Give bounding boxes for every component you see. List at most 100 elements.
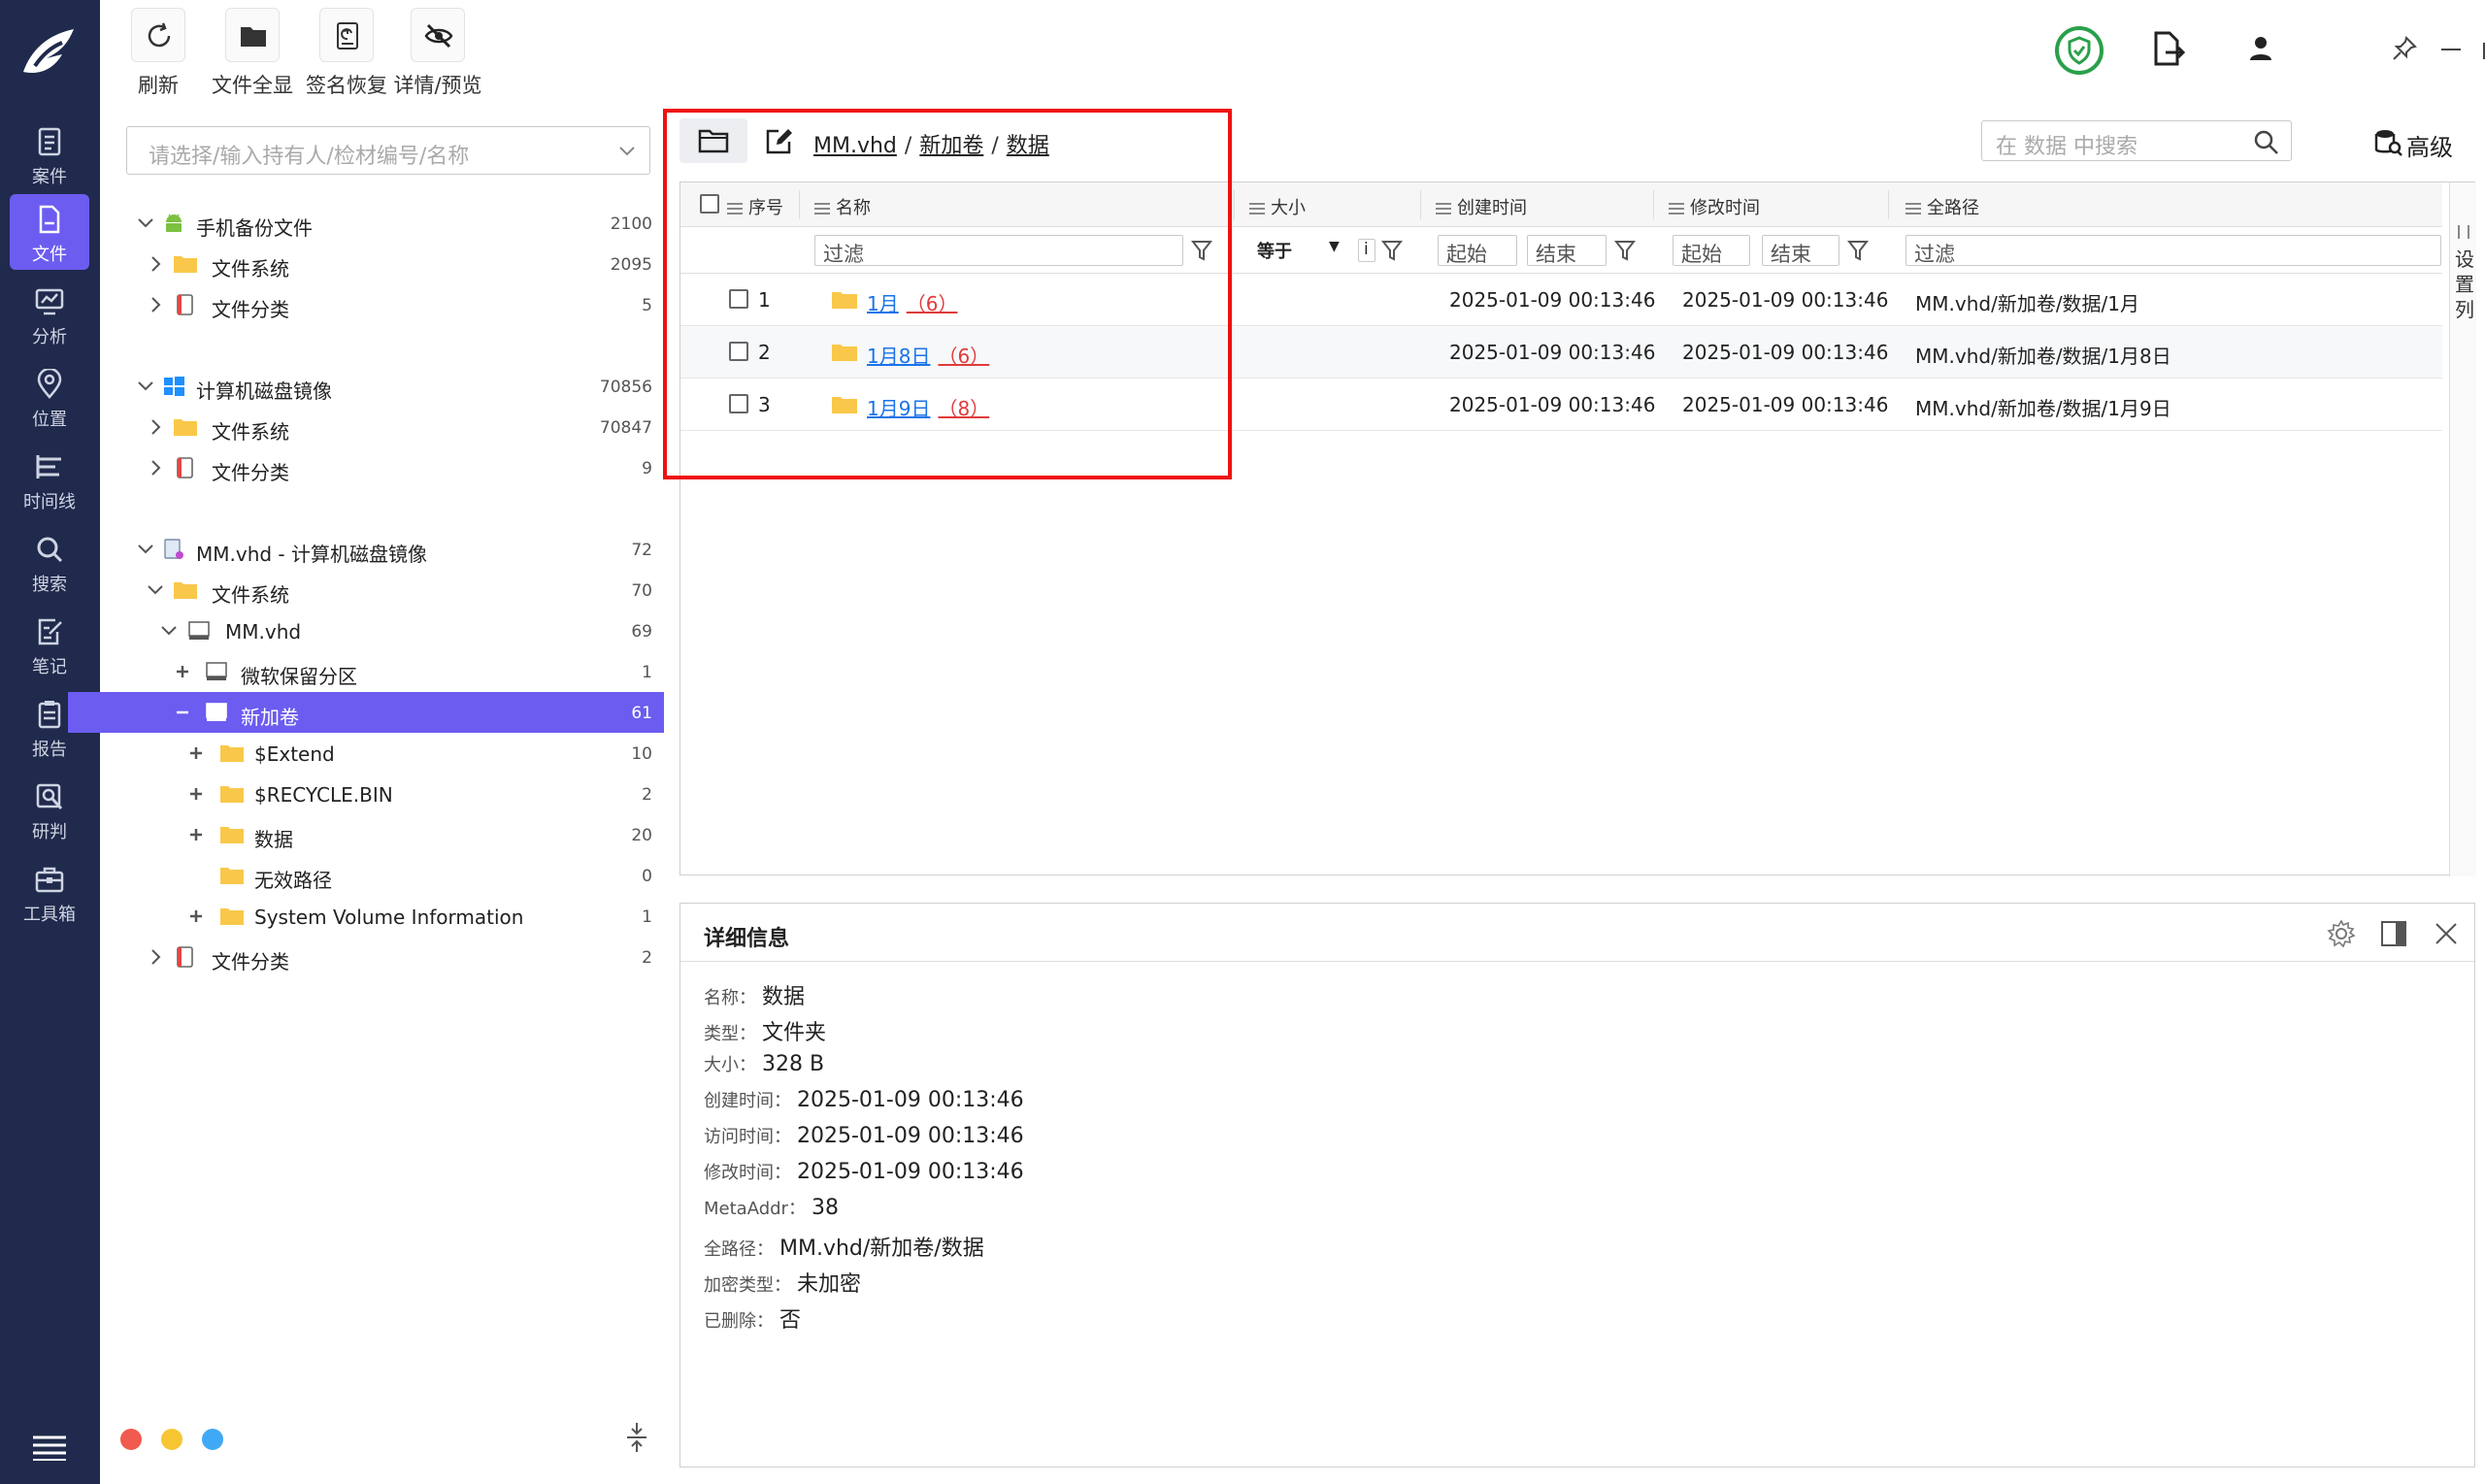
column-header-modified[interactable]: 修改时间 [1669, 194, 1760, 219]
tree-node-count: 72 [631, 541, 652, 560]
chevron-right-icon[interactable] [144, 456, 167, 479]
chevron-down-icon[interactable] [157, 619, 181, 643]
minimize-icon[interactable] [2437, 35, 2465, 62]
expand-plus-icon[interactable] [184, 742, 208, 765]
signature-recover-label: 签名恢复 [306, 74, 387, 97]
chevron-down-icon[interactable] [134, 538, 157, 561]
nav-item-file[interactable]: 文件 [10, 194, 89, 270]
property-value: 2025-01-09 00:13:46 [797, 1160, 1024, 1184]
chevron-right-icon[interactable] [144, 415, 167, 439]
tree-node[interactable]: $Extend 10 [111, 733, 664, 774]
chevron-right-icon[interactable] [144, 293, 167, 316]
user-icon[interactable] [2247, 35, 2274, 62]
refresh-button[interactable]: 刷新 [119, 8, 197, 101]
expand-plus-icon[interactable] [184, 782, 208, 806]
nav-item-note[interactable]: 笔记 [10, 607, 89, 682]
expand-plus-icon[interactable] [171, 660, 194, 683]
tree-node[interactable]: 文件分类 5 [111, 284, 664, 325]
nav-item-analysis[interactable]: 分析 [10, 277, 89, 352]
case-select-dropdown[interactable]: 请选择/输入持有人/检材编号/名称 [126, 126, 650, 175]
tree-node-count: 2 [642, 785, 652, 805]
set-columns-button[interactable]: 设 置 列 [2449, 182, 2476, 876]
set-columns-label: 置 [2455, 273, 2474, 296]
tree-node[interactable]: $RECYCLE.BIN 2 [111, 774, 664, 814]
tree-node[interactable]: System Volume Information 1 [111, 896, 664, 937]
size-operator-select[interactable]: 等于 ▼ [1249, 235, 1344, 266]
tree-node[interactable]: 文件系统 70847 [111, 407, 664, 447]
folder-search-input[interactable]: 在 数据 中搜索 [1981, 120, 2292, 161]
filter-funnel-icon[interactable] [1614, 239, 1636, 262]
tree-node-label: 文件分类 [212, 461, 289, 484]
file-icon [39, 205, 60, 234]
expand-plus-icon[interactable] [184, 905, 208, 928]
advanced-label: 高级 [2406, 134, 2453, 161]
nav-item-judgement[interactable]: 研判 [10, 772, 89, 847]
nav-item-case[interactable]: 案件 [10, 116, 89, 192]
property-key: 访问时间： [704, 1127, 791, 1147]
nav-item-timeline[interactable]: 时间线 [10, 442, 89, 517]
tree-node[interactable]: 文件系统 70 [111, 570, 664, 610]
size-info-button[interactable]: i [1358, 239, 1375, 262]
collapse-all-icon[interactable] [623, 1421, 650, 1454]
security-shield-icon[interactable] [2054, 25, 2104, 76]
toolbox-icon [35, 867, 64, 893]
hamburger-menu-icon[interactable] [31, 1433, 68, 1462]
filter-funnel-icon[interactable] [1847, 239, 1869, 262]
column-label: 大小 [1271, 198, 1306, 218]
chevron-right-icon[interactable] [144, 945, 167, 969]
property-value: 328 B [762, 1052, 825, 1076]
tree-node[interactable]: 新加卷 61 [68, 692, 664, 733]
chevron-down-icon[interactable] [134, 212, 157, 235]
close-icon[interactable] [2432, 919, 2461, 948]
expand-plus-icon[interactable] [184, 823, 208, 846]
tree-node[interactable]: 文件系统 2095 [111, 244, 664, 284]
created-start-input[interactable]: 起始 [1438, 235, 1517, 266]
filter-funnel-icon[interactable] [1381, 239, 1403, 262]
row-created: 2025-01-09 00:13:46 [1449, 288, 1656, 312]
tree-node-count: 0 [642, 867, 652, 886]
split-panel-icon[interactable] [2379, 919, 2408, 948]
tree-node[interactable]: 数据 20 [111, 814, 664, 855]
created-end-input[interactable]: 结束 [1527, 235, 1607, 266]
property-key: MetaAddr： [704, 1199, 806, 1219]
tree-node[interactable]: 无效路径 0 [111, 855, 664, 896]
nav-item-toolbox[interactable]: 工具箱 [10, 854, 89, 930]
timeline-icon [36, 455, 61, 478]
tree-node-label: MM.vhd - 计算机磁盘镜像 [196, 543, 428, 566]
pin-icon[interactable] [2391, 35, 2418, 62]
tree-node[interactable]: 计算机磁盘镜像 70856 [111, 366, 664, 407]
chevron-right-icon[interactable] [144, 252, 167, 276]
signature-recover-button[interactable]: 签名恢复 [298, 8, 395, 101]
tree-node[interactable]: 文件分类 2 [111, 937, 664, 977]
modified-start-input[interactable]: 起始 [1673, 235, 1750, 266]
path-filter-input[interactable]: 过滤 [1905, 235, 2441, 266]
gear-icon[interactable] [2327, 919, 2356, 948]
tree-node[interactable]: MM.vhd 69 [111, 610, 664, 651]
tree-node[interactable]: MM.vhd - 计算机磁盘镜像 72 [111, 529, 664, 570]
property-value: 2025-01-09 00:13:46 [797, 1088, 1024, 1112]
show-all-files-label: 文件全显 [212, 74, 293, 97]
nav-rail: 案件 文件 分析 位置 时间线 搜索 笔记 报告 研判 工具箱 [0, 0, 100, 1484]
tree-node[interactable]: 手机备份文件 2100 [111, 203, 664, 244]
nav-item-location[interactable]: 位置 [10, 359, 89, 435]
nav-item-label: 时间线 [23, 492, 76, 512]
export-file-icon[interactable] [2148, 29, 2187, 68]
show-all-files-button[interactable]: 文件全显 [204, 8, 301, 101]
column-header-size[interactable]: 大小 [1249, 194, 1306, 219]
tree-node[interactable]: 微软保留分区 1 [111, 651, 664, 692]
detail-preview-button[interactable]: 详情/预览 [381, 8, 494, 101]
column-header-created[interactable]: 创建时间 [1436, 194, 1527, 219]
chevron-down-icon[interactable] [134, 375, 157, 398]
chevron-down-icon[interactable] [144, 578, 167, 602]
tree-node[interactable]: 文件分类 9 [111, 447, 664, 488]
collapse-minus-icon[interactable] [171, 701, 194, 724]
folder-icon [174, 419, 197, 436]
nav-item-search[interactable]: 搜索 [10, 524, 89, 600]
modified-end-input[interactable]: 结束 [1762, 235, 1839, 266]
column-header-path[interactable]: 全路径 [1905, 194, 1979, 219]
tree-node-label: 数据 [254, 828, 293, 851]
restore-icon[interactable] [2480, 35, 2485, 62]
row-path: MM.vhd/新加卷/数据/1月9日 [1915, 397, 2171, 420]
database-search-icon [2374, 130, 2402, 156]
report-icon [38, 701, 61, 729]
